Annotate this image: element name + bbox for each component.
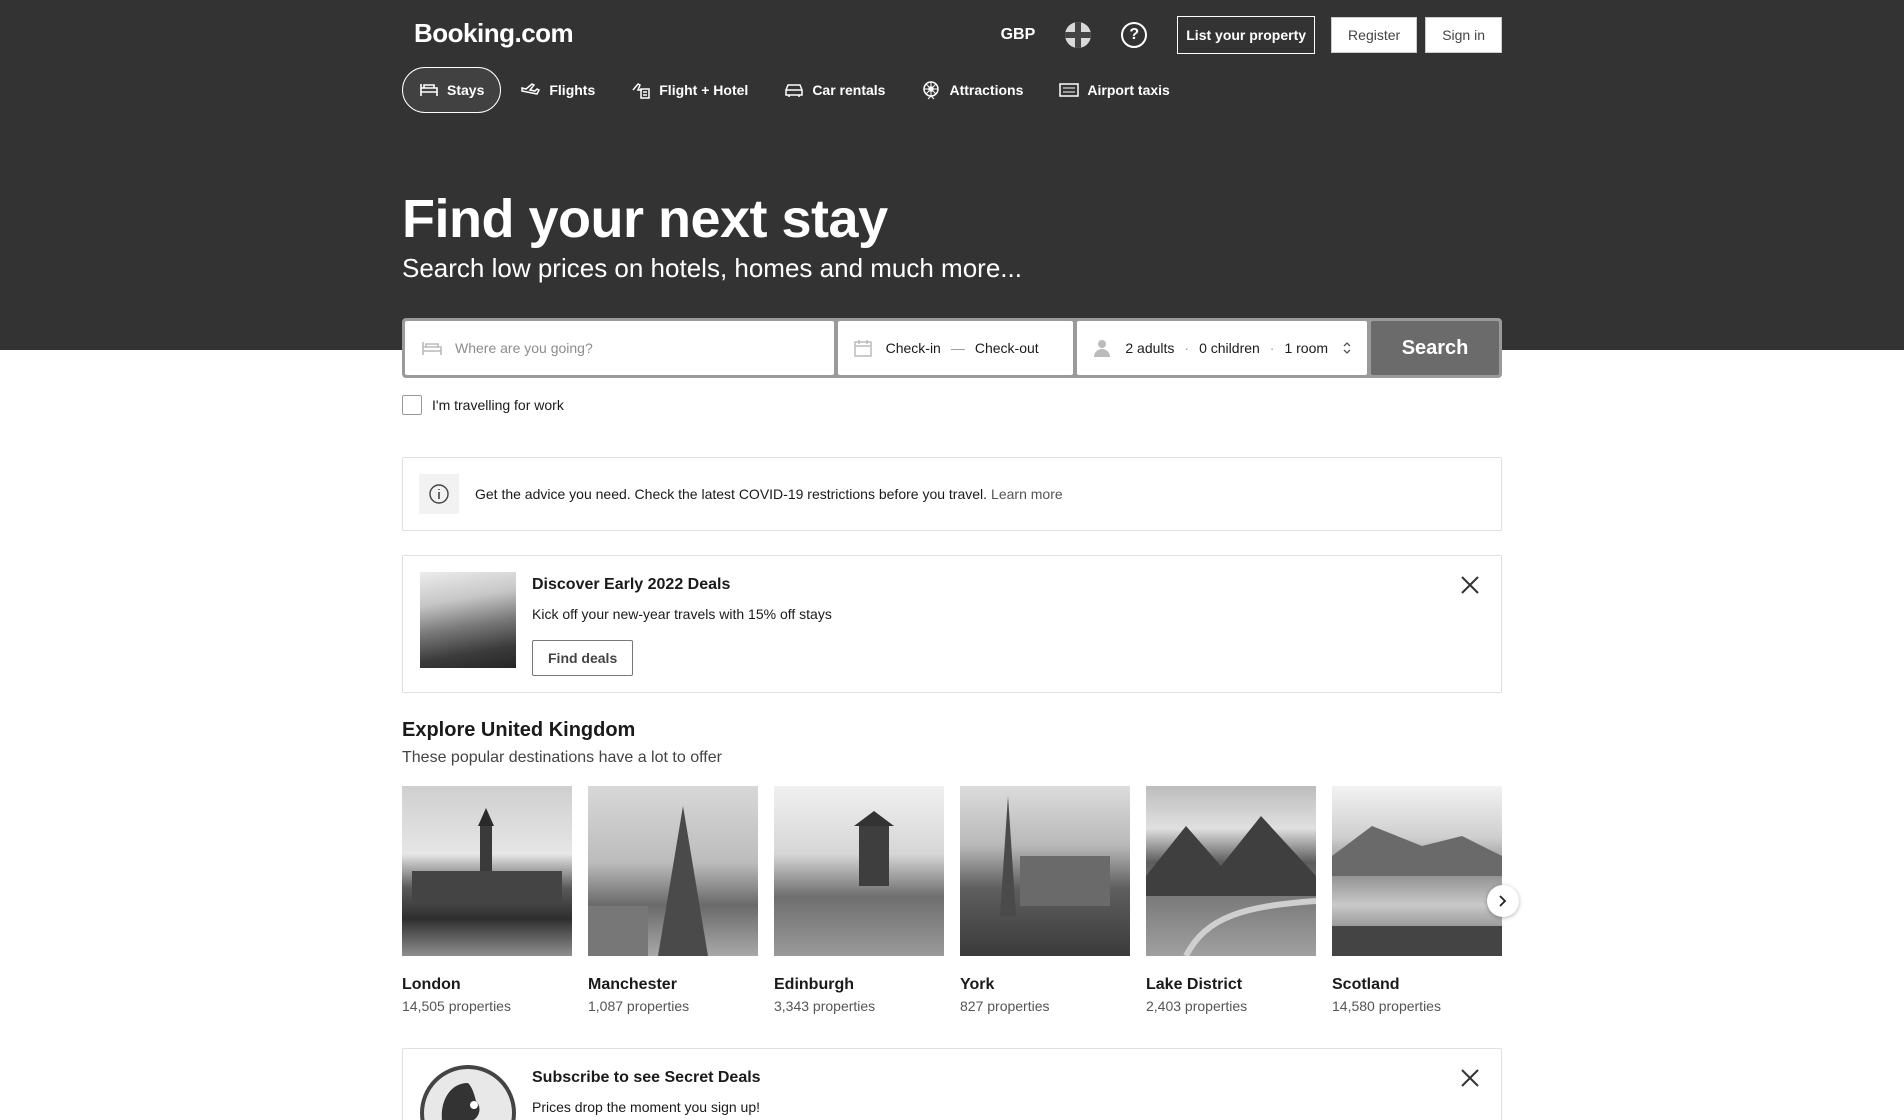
destination-count: 827 properties (960, 998, 1050, 1014)
destination-name: Edinburgh (774, 976, 854, 993)
tab-stays-label: Stays (447, 82, 485, 98)
destination-count: 1,087 properties (588, 998, 690, 1014)
check-out-label: Check-out (974, 340, 1039, 356)
guests-selector[interactable]: 2 adults · 0 children · 1 room (1077, 321, 1368, 375)
destination-name: York (960, 976, 995, 993)
hero-title: Find your next stay (402, 189, 888, 249)
children-count: 0 children (1199, 340, 1260, 356)
learn-more-link[interactable]: Learn more (991, 486, 1063, 502)
destination-count: 2,403 properties (1146, 998, 1248, 1014)
find-deals-button[interactable]: Find deals (532, 640, 634, 676)
york-image (960, 786, 1130, 956)
destination-card-london[interactable]: London 14,505 properties (402, 786, 572, 1014)
subscribe-text: Prices drop the moment you sign up! (532, 1099, 761, 1115)
close-icon[interactable] (1459, 1067, 1481, 1089)
list-property-button[interactable]: List your property (1177, 16, 1316, 54)
sign-in-button[interactable]: Sign in (1425, 17, 1502, 53)
tab-attractions[interactable]: Attractions (905, 67, 1039, 113)
work-travel-label[interactable]: I'm travelling for work (432, 397, 564, 413)
destination-name: London (402, 976, 461, 993)
top-actions: GBP ? List your property Register Sign i… (1001, 16, 1502, 54)
dot-separator: · (1269, 340, 1275, 356)
subscribe-title: Subscribe to see Secret Deals (532, 1069, 761, 1086)
car-icon (785, 84, 804, 97)
covid-banner: Get the advice you need. Check the lates… (402, 457, 1502, 531)
tab-flights[interactable]: Flights (505, 67, 611, 113)
info-icon (419, 474, 459, 514)
rooms-count: 1 room (1284, 340, 1329, 356)
tab-flights-label: Flights (549, 82, 596, 98)
destination-count: 3,343 properties (774, 998, 876, 1014)
destination-input[interactable]: Where are you going? (405, 321, 834, 375)
covid-text: Get the advice you need. Check the lates… (475, 486, 988, 502)
carousel-next-button[interactable] (1487, 885, 1519, 917)
scotland-image (1332, 786, 1502, 956)
tab-airport-taxis[interactable]: Airport taxis (1043, 67, 1185, 113)
edinburgh-image (774, 786, 944, 956)
plane-icon (521, 83, 541, 95)
close-icon[interactable] (1459, 574, 1481, 596)
attractions-icon (923, 81, 940, 100)
destination-card-scotland[interactable]: Scotland 14,580 properties (1332, 786, 1502, 1014)
header: Booking.com GBP ? List your property Reg… (0, 0, 1904, 350)
work-travel-option: I'm travelling for work (402, 395, 564, 415)
tab-stays[interactable]: Stays (402, 67, 502, 113)
explore-subtitle: These popular destinations have a lot to… (402, 749, 722, 766)
destination-placeholder: Where are you going? (455, 340, 593, 356)
tab-airport-taxis-label: Airport taxis (1087, 82, 1170, 98)
adults-count: 2 adults (1125, 340, 1175, 356)
destination-card-york[interactable]: York 827 properties (960, 786, 1130, 1014)
dot-separator: · (1184, 340, 1190, 356)
destination-card-edinburgh[interactable]: Edinburgh 3,343 properties (774, 786, 944, 1014)
tab-car-rentals-label: Car rentals (812, 82, 886, 98)
language-flag-icon[interactable] (1065, 22, 1092, 48)
deal-image (420, 572, 516, 668)
register-button[interactable]: Register (1331, 17, 1418, 53)
subscribe-banner: Subscribe to see Secret Deals Prices dro… (402, 1048, 1502, 1120)
lake-district-image (1146, 786, 1316, 956)
destination-count: 14,505 properties (402, 998, 511, 1014)
check-in-label: Check-in (885, 340, 941, 356)
nav-tabs: Stays Flights Flight + Hotel Car rentals… (402, 67, 1502, 113)
date-picker[interactable]: Check-in — Check-out (837, 321, 1074, 375)
bed-icon (422, 342, 442, 355)
hero-subtitle: Search low prices on hotels, homes and m… (402, 253, 1022, 283)
manchester-image (588, 786, 758, 956)
search-bar: Where are you going? Check-in — Check-ou… (402, 318, 1502, 378)
chevron-right-icon (1499, 895, 1507, 907)
booking-logo[interactable]: Booking.com (414, 18, 574, 49)
deal-text: Kick off your new-year travels with 15% … (532, 606, 832, 622)
destination-count: 14,580 properties (1332, 998, 1441, 1014)
destination-name: Lake District (1146, 976, 1243, 993)
deal-title: Discover Early 2022 Deals (532, 576, 731, 593)
destination-card-manchester[interactable]: Manchester 1,087 properties (588, 786, 758, 1014)
search-button[interactable]: Search (1371, 321, 1499, 375)
flight-hotel-icon (632, 83, 650, 99)
calendar-icon (853, 340, 872, 357)
bed-icon (420, 84, 438, 96)
tab-attractions-label: Attractions (949, 82, 1024, 98)
deal-banner: Discover Early 2022 Deals Kick off your … (402, 555, 1502, 693)
help-icon[interactable]: ? (1121, 22, 1148, 48)
destination-name: Scotland (1332, 976, 1400, 993)
work-travel-checkbox[interactable] (402, 395, 422, 415)
tab-flight-hotel[interactable]: Flight + Hotel (615, 67, 764, 113)
person-icon (1094, 340, 1111, 357)
chevron-up-down-icon (1343, 342, 1351, 354)
top-bar: Booking.com GBP ? List your property Reg… (402, 16, 1502, 54)
date-separator: — (950, 340, 965, 356)
london-image (402, 786, 572, 956)
currency-selector[interactable]: GBP (1001, 26, 1036, 44)
taxi-icon (1059, 83, 1080, 97)
explore-title: Explore United Kingdom (402, 719, 636, 741)
tab-car-rentals[interactable]: Car rentals (768, 67, 901, 113)
tab-flight-hotel-label: Flight + Hotel (659, 82, 749, 98)
secret-deals-icon (420, 1065, 516, 1120)
destination-card-lake-district[interactable]: Lake District 2,403 properties (1146, 786, 1316, 1014)
destination-name: Manchester (588, 976, 677, 993)
destination-carousel: London 14,505 properties Manchester 1,08… (402, 786, 1502, 1014)
